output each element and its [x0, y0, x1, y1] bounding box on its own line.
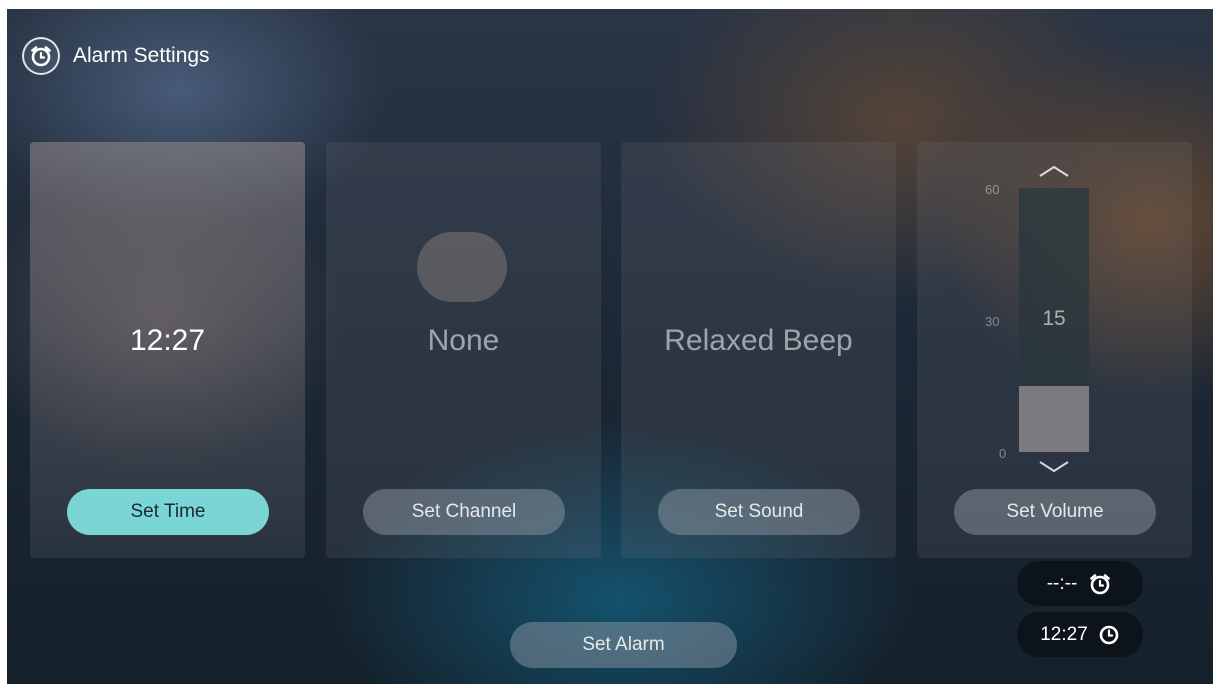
clock-status-pill: 12:27 [1017, 612, 1143, 657]
frame-edge-top [0, 0, 1213, 9]
frame-edge-left [0, 0, 7, 684]
sound-value: Relaxed Beep [664, 324, 853, 357]
sound-card[interactable]: Relaxed Beep Set Sound [621, 142, 896, 558]
time-card[interactable]: 12:27 Set Time [30, 142, 305, 558]
alarm-time-status: --:-- [1046, 572, 1078, 594]
channel-logo-placeholder [417, 232, 507, 302]
volume-tick-min: 0 [999, 446, 1007, 461]
chevron-down-icon[interactable] [1037, 460, 1071, 474]
volume-value: 15 [1042, 307, 1066, 330]
alarm-status-pill: --:-- [1017, 561, 1143, 606]
page-title: Alarm Settings [73, 44, 210, 67]
set-sound-button[interactable]: Set Sound [658, 489, 860, 535]
clock-icon [1099, 625, 1119, 644]
volume-slider-fill [1019, 386, 1089, 452]
set-time-button[interactable]: Set Time [67, 489, 269, 535]
current-time: 12:27 [1040, 623, 1088, 645]
header: Alarm Settings [22, 34, 210, 78]
set-channel-button[interactable]: Set Channel [363, 489, 565, 535]
set-volume-button[interactable]: Set Volume [954, 489, 1156, 535]
alarm-clock-icon [22, 37, 60, 75]
alarm-time-value: 12:27 [129, 324, 206, 357]
alarm-clock-icon [1090, 573, 1111, 594]
chevron-up-icon[interactable] [1037, 164, 1071, 178]
volume-tick-max: 60 [985, 182, 1000, 197]
set-alarm-button[interactable]: Set Alarm [510, 622, 737, 668]
channel-value: None [427, 324, 500, 357]
volume-tick-mid: 30 [985, 314, 1000, 329]
volume-card[interactable]: 60 30 0 15 Set Volume [917, 142, 1192, 558]
channel-card[interactable]: None Set Channel [326, 142, 601, 558]
